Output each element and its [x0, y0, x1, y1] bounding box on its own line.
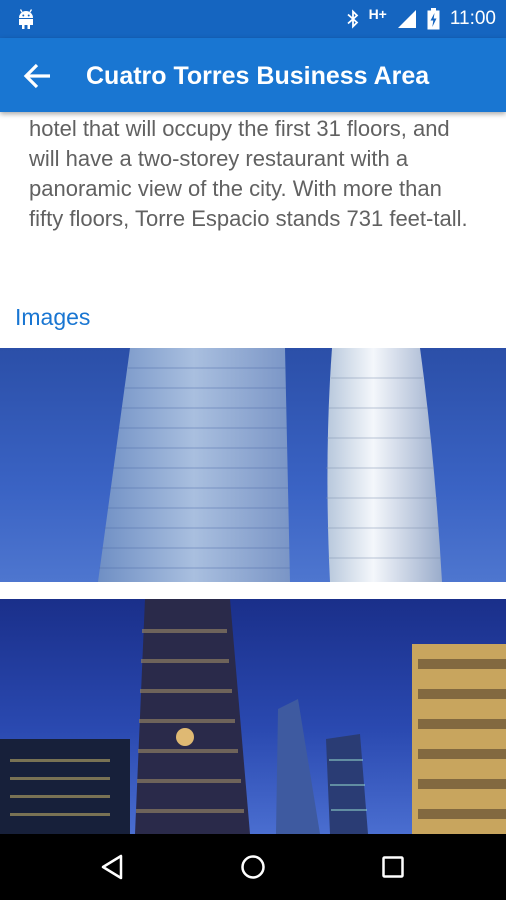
images-section-title: Images	[15, 304, 91, 330]
article-body-text: architects. It will accommodate a 5-star…	[29, 116, 468, 231]
back-arrow-icon[interactable]	[22, 60, 54, 92]
scroll-content[interactable]: architects. It will accommodate a 5-star…	[0, 112, 506, 834]
back-triangle-icon[interactable]	[95, 849, 131, 885]
status-bar: H+ 11:00	[0, 0, 506, 38]
battery-icon	[427, 8, 440, 30]
android-icon	[19, 9, 33, 29]
network-type-label: H+	[368, 6, 387, 22]
home-circle-icon[interactable]	[235, 849, 271, 885]
bluetooth-icon	[346, 9, 358, 29]
gallery-image-towers-daytime[interactable]	[0, 348, 506, 582]
navigation-bar	[0, 834, 506, 900]
app-bar: Cuatro Torres Business Area	[0, 38, 506, 112]
recents-square-icon[interactable]	[375, 849, 411, 885]
signal-icon	[397, 10, 416, 28]
gallery-image-towers-night[interactable]	[0, 599, 506, 834]
status-time: 11:00	[449, 8, 496, 29]
page-title: Cuatro Torres Business Area	[86, 62, 430, 90]
